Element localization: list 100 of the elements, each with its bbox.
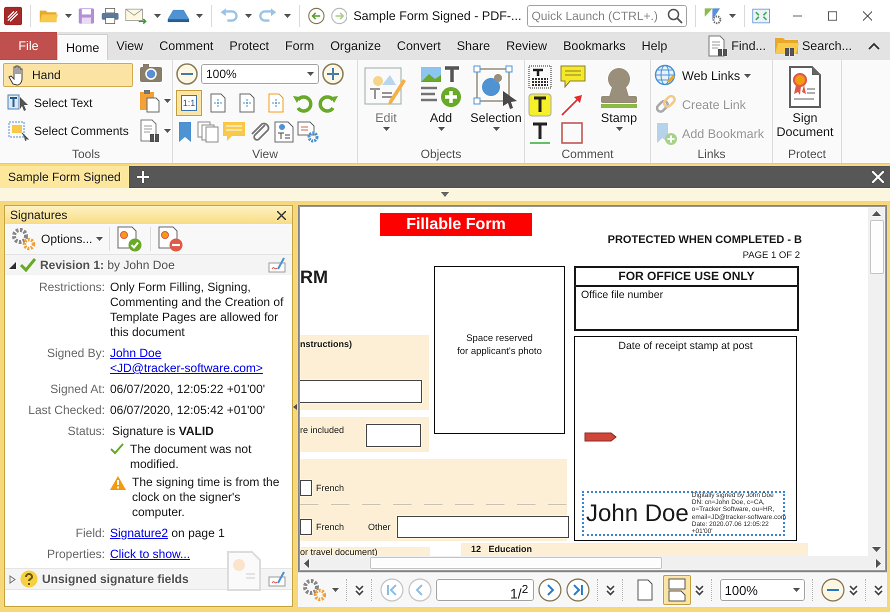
rectangle-icon[interactable] [560,121,584,145]
chevron-icon[interactable] [354,584,364,596]
chevron-icon[interactable] [606,584,615,596]
tool-button[interactable]: Select Text [3,91,133,115]
link[interactable]: <JD@tracker-software.com> [110,361,263,376]
maximize-icon[interactable] [828,10,837,22]
scanner-icon[interactable] [166,7,190,25]
search-button[interactable]: Search... [770,32,856,60]
caret-icon[interactable] [196,14,203,18]
close-document-icon[interactable] [872,171,884,183]
caret-icon[interactable] [96,237,104,241]
gears-icon[interactable] [302,578,328,602]
ribbon-tab[interactable]: Comment [151,32,222,60]
zoom-in-icon[interactable] [322,63,344,85]
fullscreen-icon[interactable] [752,6,771,26]
camera-icon[interactable] [138,63,163,83]
tool-button[interactable]: Hand [3,63,133,87]
file-menu-button[interactable]: File [0,32,57,60]
splitter-arrow-icon[interactable] [293,404,297,410]
ribbon-tab[interactable]: Help [634,32,676,60]
scroll-thumb[interactable] [370,557,662,570]
stamp-tag-icon[interactable] [584,432,617,442]
big-ribbon-button[interactable]: Add [417,63,465,147]
caret-icon[interactable] [438,127,444,131]
clipboard-icon[interactable] [138,89,161,113]
document-tab[interactable]: Sample Form Signed [0,166,129,188]
caret-icon[interactable] [332,588,339,592]
scroll-down-icon[interactable] [872,547,881,552]
caret-icon[interactable] [164,129,171,133]
link-tool-button[interactable]: Web Links [654,63,764,88]
ribbon-tab[interactable]: Organize [322,32,389,60]
arrow-icon[interactable] [560,93,584,117]
clear-signature-icon[interactable] [157,226,186,252]
page-fit-button[interactable]: 1:1 [176,90,202,116]
rotate-right-icon[interactable] [317,92,339,114]
chevron-icon[interactable] [849,584,858,596]
caret-icon[interactable] [154,14,161,18]
form-field[interactable] [300,380,422,403]
scroll-left-icon[interactable] [304,558,309,568]
page-number-field[interactable]: 1/$^{2}$ [436,579,534,602]
ribbon-tab[interactable]: Bookmarks [555,32,634,60]
stamp-button[interactable]: Stamp [594,63,644,147]
caret-icon[interactable] [728,14,736,18]
collapse-ribbon-icon[interactable] [868,42,880,50]
find-button[interactable]: Find... [703,32,770,60]
expander-icon[interactable] [9,262,16,268]
checkbox[interactable] [300,480,312,496]
text-box-icon[interactable] [274,121,294,143]
close-icon[interactable] [277,210,286,220]
zoom-out-icon[interactable] [821,578,846,602]
sticky-note-icon[interactable] [560,65,586,89]
caret-icon[interactable] [492,127,500,131]
caret-icon[interactable] [245,14,252,18]
text-underline-icon[interactable] [528,121,552,145]
form-field[interactable] [366,424,421,447]
chevron-icon[interactable] [694,584,704,596]
link[interactable]: Click to show... [110,547,190,562]
zoom-dropdown[interactable]: 100% [201,64,319,84]
last-page-icon[interactable] [566,578,590,602]
back-icon[interactable] [308,5,325,27]
two-page-button[interactable] [662,575,691,606]
next-page-icon[interactable] [538,578,562,602]
paperclip-icon[interactable] [249,121,271,143]
horizontal-scrollbar[interactable] [300,556,885,570]
tool-button[interactable]: Select Comments [3,119,133,143]
printer-icon[interactable] [100,5,119,27]
signature-pen-icon[interactable] [268,571,286,587]
ribbon-tab[interactable]: Review [498,32,556,60]
binoculars-document-icon[interactable] [138,119,161,143]
scroll-right-icon[interactable] [876,558,881,568]
signature-pen-icon[interactable] [268,257,286,273]
gears-icon[interactable] [11,227,37,251]
document-settings-icon[interactable] [297,121,319,143]
link[interactable]: John Doe [110,346,162,361]
form-field[interactable] [396,516,569,538]
caret-icon[interactable] [64,14,72,18]
ribbon-tab[interactable]: Convert [388,32,449,60]
scroll-thumb[interactable] [870,220,884,274]
rotate-left-icon[interactable] [292,92,314,114]
ribbon-tab[interactable]: View [108,32,152,60]
verify-signature-icon[interactable] [116,226,144,252]
checkbox[interactable] [300,519,312,535]
ribbon-tab[interactable]: Form [277,32,322,60]
ribbon-tab[interactable]: Share [448,32,498,60]
big-ribbon-button[interactable]: Selection [471,63,521,147]
chevron-icon[interactable] [874,584,884,596]
sign-document-button[interactable]: Sign Document [776,63,834,147]
caret-icon[interactable] [616,127,622,131]
new-tab-icon[interactable] [136,171,149,183]
caret-icon[interactable] [164,99,171,103]
vertical-scrollbar[interactable] [868,207,885,556]
quick-launch-field[interactable]: Quick Launch (CTRL+.) [527,5,688,27]
close-icon[interactable] [862,10,872,22]
text-highlight-icon[interactable] [528,93,552,117]
bookmark-icon[interactable] [176,121,194,143]
caret-icon[interactable] [284,14,292,18]
pages-icon[interactable] [197,121,219,143]
caret-icon[interactable] [307,72,314,76]
zoom-dropdown[interactable]: 100% [720,579,806,602]
search-icon[interactable] [667,8,684,24]
